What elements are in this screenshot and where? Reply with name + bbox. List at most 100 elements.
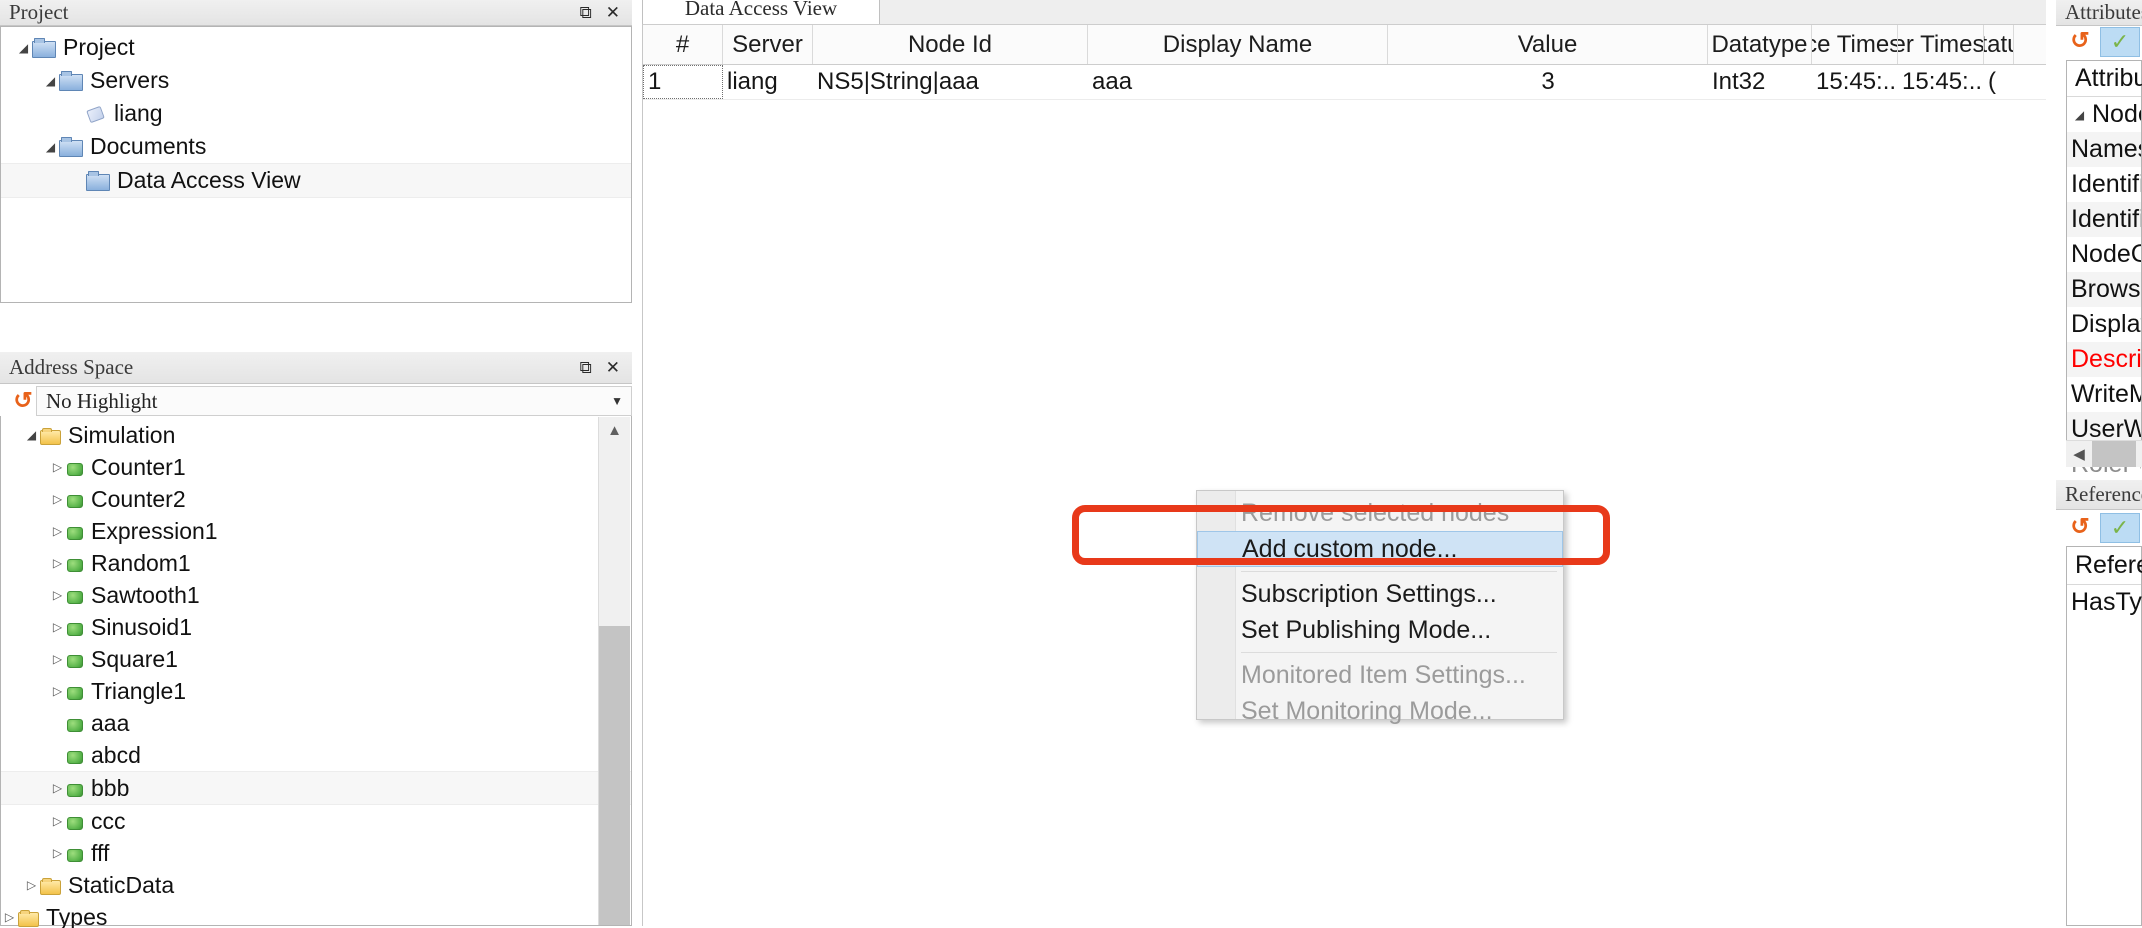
tree-item-fff[interactable]: ▷fff bbox=[1, 837, 631, 869]
tree-item-simulation[interactable]: ◢Simulation bbox=[1, 419, 631, 451]
attributes-checkmark-icon[interactable]: ✓ bbox=[2100, 27, 2140, 57]
chevron-collapsed-icon[interactable]: ▷ bbox=[49, 492, 66, 506]
attribute-row[interactable]: WriteMask bbox=[2067, 377, 2141, 412]
chevron-collapsed-icon[interactable]: ▷ bbox=[23, 878, 40, 892]
close-icon[interactable]: ✕ bbox=[606, 359, 620, 376]
chevron-collapsed-icon[interactable]: ▷ bbox=[49, 588, 66, 602]
address-space-tree-container[interactable]: ◢Simulation▷Counter1▷Counter2▷Expression… bbox=[0, 416, 632, 926]
references-refresh-icon[interactable]: ↺ bbox=[2068, 514, 2092, 538]
close-icon[interactable]: ✕ bbox=[606, 4, 620, 21]
tree-item-aaa[interactable]: aaa bbox=[1, 707, 631, 739]
menu-item-subscription-settings[interactable]: Subscription Settings... bbox=[1197, 576, 1563, 612]
left-splitter[interactable] bbox=[632, 0, 642, 926]
chevron-collapsed-icon[interactable]: ▷ bbox=[49, 652, 66, 666]
highlight-combo[interactable]: No Highlight ▼ bbox=[36, 386, 632, 416]
table-cell-status[interactable]: ( bbox=[1984, 65, 2014, 99]
column-header-node-id[interactable]: Node Id bbox=[813, 25, 1088, 64]
variable-green-icon bbox=[66, 491, 83, 508]
float-icon[interactable]: ⧉ bbox=[580, 4, 592, 21]
chevron-collapsed-icon[interactable]: ▷ bbox=[49, 814, 66, 828]
attributes-table-container[interactable]: Attribute ◢NodeIdNamespaceIndexIdentifie… bbox=[2066, 60, 2142, 452]
table-cell-display-name[interactable]: aaa bbox=[1088, 65, 1388, 99]
chevron-down-icon[interactable]: ▼ bbox=[611, 394, 623, 409]
table-cell-value[interactable]: 3 bbox=[1388, 65, 1708, 99]
column-header-status[interactable]: Status bbox=[1984, 25, 2014, 64]
column-header-datatype[interactable]: Datatype bbox=[1708, 25, 1812, 64]
attributes-horizontal-scrollbar[interactable]: ◀ bbox=[2066, 440, 2142, 467]
chevron-collapsed-icon[interactable]: ▷ bbox=[1, 910, 18, 924]
chevron-expanded-icon[interactable]: ◢ bbox=[42, 74, 59, 88]
tree-item-abcd[interactable]: abcd bbox=[1, 739, 631, 771]
tree-item-servers[interactable]: ◢Servers bbox=[1, 64, 631, 97]
context-menu[interactable]: Remove selected nodesAdd custom node...S… bbox=[1196, 490, 1564, 720]
scrollbar-thumb[interactable] bbox=[2092, 441, 2136, 467]
attributes-refresh-icon[interactable]: ↺ bbox=[2068, 28, 2092, 52]
address-space-vertical-scrollbar[interactable]: ▲ bbox=[598, 417, 630, 925]
references-table-container[interactable]: Reference HasTy... bbox=[2066, 546, 2142, 926]
tree-item-ccc[interactable]: ▷ccc bbox=[1, 805, 631, 837]
address-space-panel-title: Address Space ⧉ ✕ bbox=[0, 352, 632, 384]
table-body[interactable]: 1liangNS5|String|aaaaaa3Int3215:45:...15… bbox=[643, 65, 2046, 100]
attribute-row[interactable]: Description bbox=[2067, 342, 2141, 377]
column-header--[interactable]: # bbox=[643, 25, 723, 64]
table-header-row[interactable]: #ServerNode IdDisplay NameValueDatatypeS… bbox=[643, 24, 2046, 65]
table-cell-source-timestamp[interactable]: 15:45:... bbox=[1812, 65, 1898, 99]
scroll-left-icon[interactable]: ◀ bbox=[2066, 445, 2092, 463]
tree-item-expression1[interactable]: ▷Expression1 bbox=[1, 515, 631, 547]
reference-row[interactable]: HasTy... bbox=[2067, 585, 2141, 620]
attribute-row[interactable]: NodeClass bbox=[2067, 237, 2141, 272]
column-header-value[interactable]: Value bbox=[1388, 25, 1708, 64]
tree-item-sinusoid1[interactable]: ▷Sinusoid1 bbox=[1, 611, 631, 643]
tab-data-access-view[interactable]: Data Access View bbox=[642, 0, 880, 24]
float-icon[interactable]: ⧉ bbox=[580, 359, 592, 376]
attribute-row[interactable]: BrowseName bbox=[2067, 272, 2141, 307]
chevron-expanded-icon[interactable]: ◢ bbox=[23, 428, 40, 442]
references-checkmark-icon[interactable]: ✓ bbox=[2100, 513, 2140, 543]
tree-item-documents[interactable]: ◢Documents bbox=[1, 130, 631, 163]
tree-item-types[interactable]: ▷Types bbox=[1, 901, 631, 928]
chevron-collapsed-icon[interactable]: ▷ bbox=[49, 846, 66, 860]
tree-item-staticdata[interactable]: ▷StaticData bbox=[1, 869, 631, 901]
tree-item-counter2[interactable]: ▷Counter2 bbox=[1, 483, 631, 515]
column-header-server[interactable]: Server bbox=[723, 25, 813, 64]
tree-item-project[interactable]: ◢Project bbox=[1, 31, 631, 64]
chevron-collapsed-icon[interactable]: ▷ bbox=[49, 524, 66, 538]
table-cell-server[interactable]: liang bbox=[723, 65, 813, 99]
project-tree-container[interactable]: ◢Project◢Servers liang◢Documents Data Ac… bbox=[0, 26, 632, 303]
column-header-display-name[interactable]: Display Name bbox=[1088, 25, 1388, 64]
chevron-collapsed-icon[interactable]: ▷ bbox=[49, 781, 66, 795]
tree-item-liang[interactable]: liang bbox=[1, 97, 631, 130]
scrollbar-thumb[interactable] bbox=[599, 626, 630, 925]
tree-item-sawtooth1[interactable]: ▷Sawtooth1 bbox=[1, 579, 631, 611]
column-header-server-timestamp[interactable]: Server Timestamp bbox=[1898, 25, 1984, 64]
attribute-row[interactable]: ◢NodeId bbox=[2067, 97, 2141, 132]
table-cell-server-timestamp[interactable]: 15:45:... bbox=[1898, 65, 1984, 99]
table-cell--[interactable]: 1 bbox=[643, 65, 723, 99]
tree-item-square1[interactable]: ▷Square1 bbox=[1, 643, 631, 675]
tree-item-counter1[interactable]: ▷Counter1 bbox=[1, 451, 631, 483]
tree-item-triangle1[interactable]: ▷Triangle1 bbox=[1, 675, 631, 707]
chevron-collapsed-icon[interactable]: ▷ bbox=[49, 684, 66, 698]
chevron-collapsed-icon[interactable]: ▷ bbox=[49, 460, 66, 474]
address-space-refresh-icon[interactable]: ↺ bbox=[11, 388, 35, 412]
chevron-expanded-icon[interactable]: ◢ bbox=[42, 140, 59, 154]
tree-item-bbb[interactable]: ▷bbb bbox=[1, 771, 631, 805]
attribute-row[interactable]: NamespaceIndex bbox=[2067, 132, 2141, 167]
menu-item-add-custom-node[interactable]: Add custom node... bbox=[1197, 531, 1563, 567]
data-access-table[interactable]: #ServerNode IdDisplay NameValueDatatypeS… bbox=[642, 24, 2046, 926]
attribute-row[interactable]: DisplayName bbox=[2067, 307, 2141, 342]
table-row[interactable]: 1liangNS5|String|aaaaaa3Int3215:45:...15… bbox=[643, 65, 2046, 100]
column-header-source-timestamp[interactable]: Source Timestamp bbox=[1812, 25, 1898, 64]
scroll-up-icon[interactable]: ▲ bbox=[599, 417, 630, 443]
chevron-collapsed-icon[interactable]: ▷ bbox=[49, 556, 66, 570]
table-cell-node-id[interactable]: NS5|String|aaa bbox=[813, 65, 1088, 99]
attribute-row[interactable]: IdentifierType bbox=[2067, 167, 2141, 202]
tree-item-data-access-view[interactable]: Data Access View bbox=[1, 163, 631, 198]
table-cell-datatype[interactable]: Int32 bbox=[1708, 65, 1812, 99]
menu-item-set-publishing-mode[interactable]: Set Publishing Mode... bbox=[1197, 612, 1563, 648]
attribute-row[interactable]: Identifier bbox=[2067, 202, 2141, 237]
chevron-expanded-icon[interactable]: ◢ bbox=[15, 41, 32, 55]
tree-item-random1[interactable]: ▷Random1 bbox=[1, 547, 631, 579]
chevron-expanded-icon[interactable]: ◢ bbox=[2071, 108, 2088, 122]
chevron-collapsed-icon[interactable]: ▷ bbox=[49, 620, 66, 634]
